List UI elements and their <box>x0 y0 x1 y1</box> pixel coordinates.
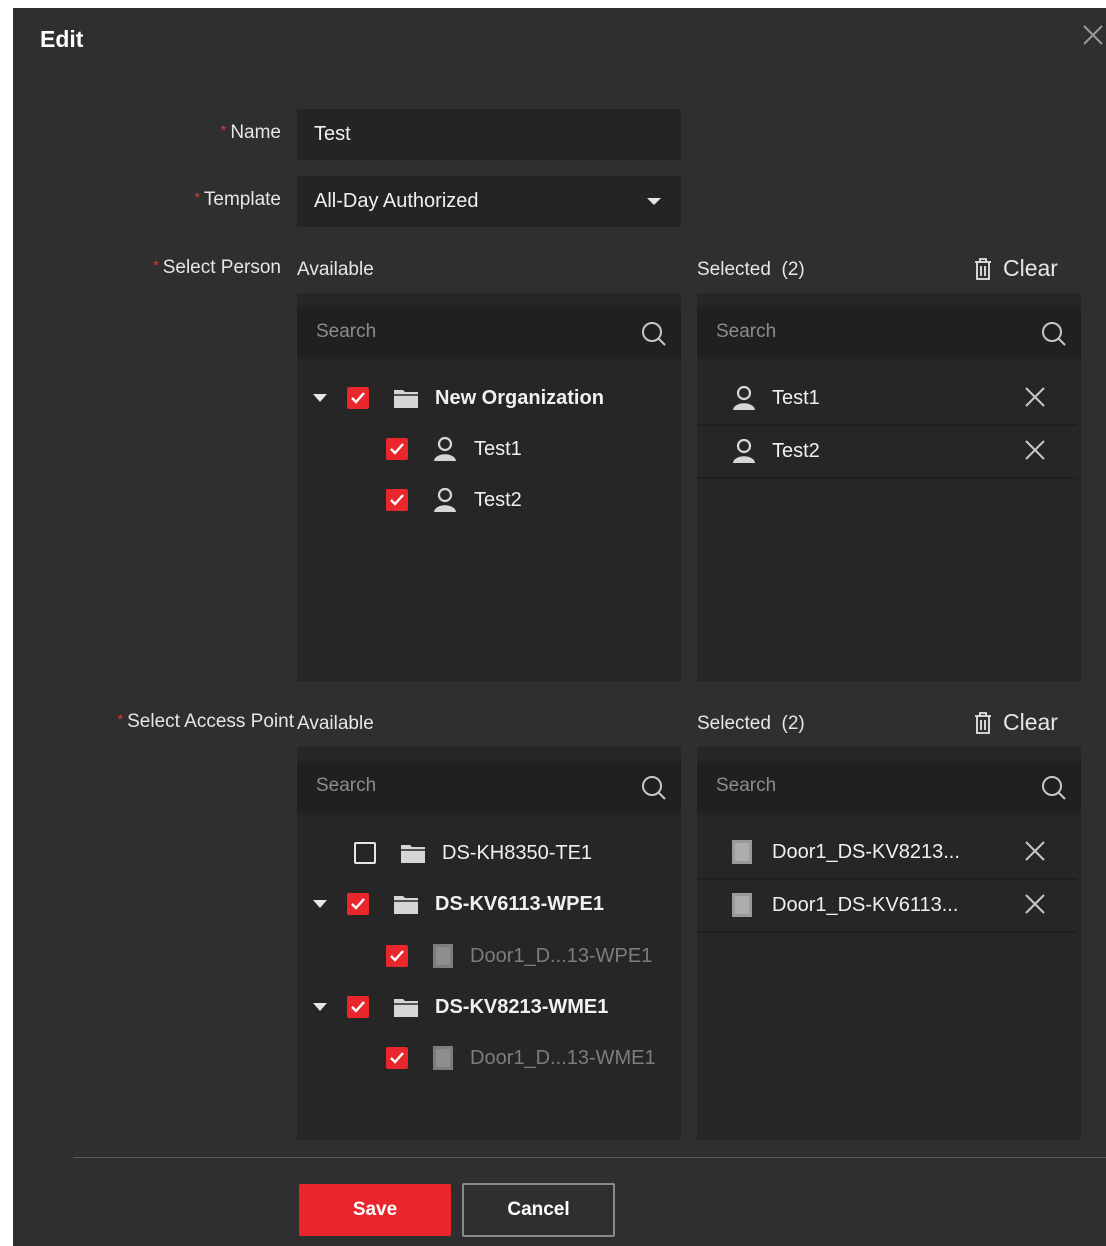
access-selected-label: Selected (2) <box>697 713 805 734</box>
tree-item-door-wme1[interactable]: Door1_D...13-WME1 <box>386 1041 656 1075</box>
access-selected-search[interactable]: Search <box>697 761 1081 813</box>
access-selected-panel: Search Door1_DS-KV8213... Door1_DS-KV611… <box>697 747 1081 1140</box>
person-selected-label: Selected (2) <box>697 259 805 280</box>
selected-person-item: Test2 <box>697 426 1077 479</box>
chevron-down-icon <box>647 198 661 205</box>
edit-dialog: Edit * Name Test * Template All-Day Author… <box>13 8 1106 1246</box>
template-select[interactable]: All-Day Authorized <box>297 176 681 227</box>
selected-access-point-item: Door1_DS-KV8213... <box>697 827 1077 880</box>
search-icon[interactable] <box>1041 775 1067 801</box>
selected-access-point-item: Door1_DS-KV6113... <box>697 880 1077 933</box>
folder-icon <box>400 842 426 864</box>
person-selected-panel: Search Test1 Test2 <box>697 293 1081 681</box>
tree-item-test2[interactable]: Test2 <box>386 483 522 517</box>
folder-icon <box>393 387 419 409</box>
tree-item-ds-kv8213-wme1[interactable]: DS-KV8213-WME1 <box>313 990 608 1024</box>
checkbox[interactable] <box>347 996 369 1018</box>
checkbox[interactable] <box>386 438 408 460</box>
selected-person-item: Test1 <box>697 373 1077 426</box>
person-icon <box>731 438 757 469</box>
tree-item-door-wpe1[interactable]: Door1_D...13-WPE1 <box>386 939 652 973</box>
person-available-label: Available <box>297 259 374 280</box>
person-available-panel: Search New Organization Test1 Test2 <box>297 293 681 681</box>
person-available-search[interactable]: Search <box>297 307 681 359</box>
checkbox[interactable] <box>347 893 369 915</box>
access-available-label: Available <box>297 713 374 734</box>
person-selected-search[interactable]: Search <box>697 307 1081 359</box>
folder-icon <box>393 893 419 915</box>
dialog-title: Edit <box>40 26 84 52</box>
search-placeholder: Search <box>716 321 777 342</box>
name-input[interactable]: Test <box>297 109 681 160</box>
expand-toggle-icon[interactable] <box>313 900 327 908</box>
template-label: * Template <box>194 189 281 210</box>
remove-icon[interactable] <box>1023 438 1047 462</box>
checkbox[interactable] <box>386 945 408 967</box>
remove-icon[interactable] <box>1023 839 1047 863</box>
access-available-search[interactable]: Search <box>297 761 681 813</box>
search-icon[interactable] <box>641 321 667 347</box>
tree-item-ds-kv6113-wpe1[interactable]: DS-KV6113-WPE1 <box>313 887 604 921</box>
access-clear-button[interactable]: Clear <box>973 709 1058 736</box>
door-icon <box>731 839 753 870</box>
tree-item-new-organization[interactable]: New Organization <box>313 381 604 415</box>
footer-divider <box>73 1157 1106 1158</box>
search-icon[interactable] <box>1041 321 1067 347</box>
checkbox[interactable] <box>386 1047 408 1069</box>
checkbox[interactable] <box>386 489 408 511</box>
template-select-value: All-Day Authorized <box>314 190 479 212</box>
name-label: * Name <box>220 122 281 143</box>
person-icon <box>432 487 458 513</box>
access-selected-count: (2) <box>781 713 805 734</box>
expand-toggle-icon[interactable] <box>313 1003 327 1011</box>
checkbox[interactable] <box>347 387 369 409</box>
search-placeholder: Search <box>316 775 377 796</box>
name-input-value: Test <box>314 123 351 145</box>
checkbox[interactable] <box>354 842 376 864</box>
remove-icon[interactable] <box>1023 385 1047 409</box>
cancel-button[interactable]: Cancel <box>462 1183 615 1237</box>
search-placeholder: Search <box>316 321 377 342</box>
tree-item-test1[interactable]: Test1 <box>386 432 522 466</box>
trash-icon <box>975 711 991 734</box>
select-access-point-label: * Select Access Point <box>117 711 294 732</box>
remove-icon[interactable] <box>1023 892 1047 916</box>
access-available-panel: Search DS-KH8350-TE1 DS-KV6113-WPE1 Door… <box>297 747 681 1140</box>
search-icon[interactable] <box>641 775 667 801</box>
tree-item-ds-kh8350-te1[interactable]: DS-KH8350-TE1 <box>354 836 592 870</box>
save-button[interactable]: Save <box>299 1184 451 1236</box>
select-person-label: * Select Person <box>153 257 281 278</box>
door-icon <box>731 892 753 923</box>
door-icon <box>432 943 454 969</box>
person-clear-button[interactable]: Clear <box>973 255 1058 282</box>
person-icon <box>731 385 757 416</box>
close-icon[interactable] <box>1080 22 1106 48</box>
expand-toggle-icon[interactable] <box>313 394 327 402</box>
person-icon <box>432 436 458 462</box>
folder-icon <box>393 996 419 1018</box>
person-selected-count: (2) <box>781 259 805 280</box>
search-placeholder: Search <box>716 775 777 796</box>
door-icon <box>432 1045 454 1071</box>
trash-icon <box>975 257 991 280</box>
